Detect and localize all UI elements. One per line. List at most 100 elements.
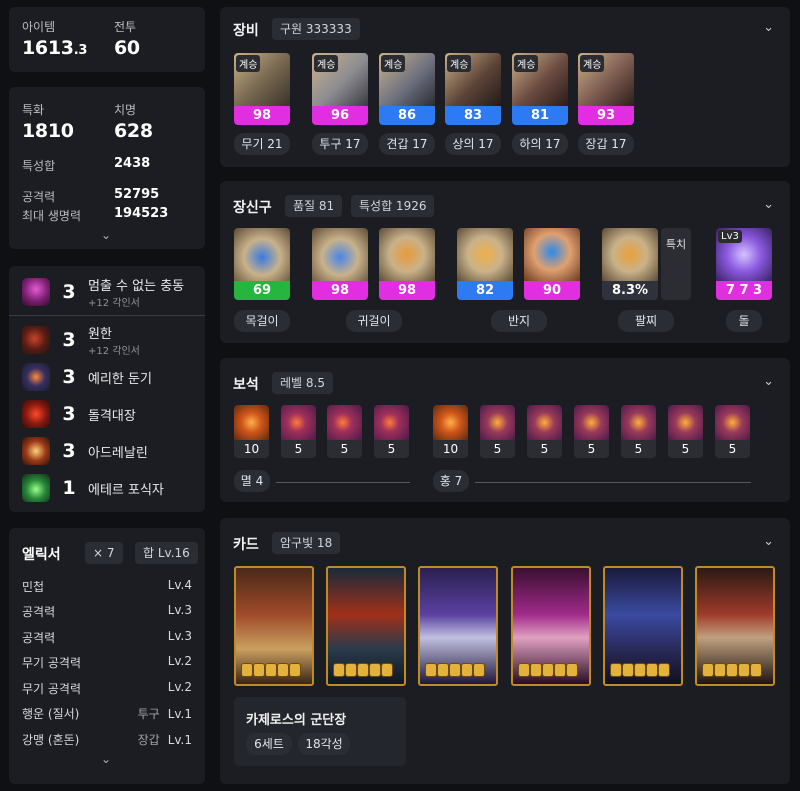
tier-badge: 계승 [236,55,261,72]
quality-value: 96 [312,106,368,125]
attack-value: 52795 [114,187,160,202]
earring-icon [312,228,368,281]
quality-value: 81 [512,106,568,125]
tier-badge: 계승 [314,55,339,72]
collapse-chevron-icon[interactable]: ⌄ [763,374,774,389]
accessories-title: 장신구 [233,200,272,216]
engraving-ether-predator-icon [22,474,50,502]
elixir-row: 강맹 (혼돈) 장갑 Lv.1 [22,733,192,747]
expand-chevron-icon[interactable]: ⌄ [101,228,111,242]
engraving-row[interactable]: 1 에테르 포식자 [9,469,214,507]
card-2[interactable] [326,566,406,686]
engraving-keen-blunt-icon [22,363,50,391]
equipment-chest[interactable]: 계승 83 [445,53,501,125]
equipment-helmet[interactable]: 계승 96 [312,53,368,125]
elixir-row: 행운 (질서) 투구 Lv.1 [22,707,192,721]
ring-1[interactable]: 82 [457,228,513,300]
stone-level-badge: Lv3 [718,230,742,243]
engraving-book: +12 각인서 [88,346,140,357]
slot-label: 상의 17 [445,133,501,155]
quality-value: 82 [457,281,513,300]
max-hp-value: 194523 [114,206,169,221]
gem-annihilation[interactable]: 5 [327,405,362,458]
engraving-row[interactable]: 3 원한 +12 각인서 [9,321,214,359]
elixir-row: 민첩 Lv.4 [22,578,192,594]
annihilation-gem-icon [234,405,269,440]
card-awaken-badge: 암구빛 18 [272,532,341,554]
earring-1[interactable]: 98 [312,228,368,300]
divider [9,315,205,316]
card-awakening-total: 18각성 [298,733,350,755]
stats-panel[interactable]: 특화 1810 치명 628 특성합 2438 공격력 52795 최대 생명력… [9,87,205,249]
card-3[interactable] [418,566,498,686]
quality-value: 8.3% [602,281,658,300]
spec-value: 1810 [22,120,74,142]
crimson-gem-icon [668,405,703,440]
equipment-gloves[interactable]: 계승 93 [578,53,634,125]
ring-2[interactable]: 90 [524,228,580,300]
quality-value: 86 [379,106,435,125]
expand-chevron-icon[interactable]: ⌄ [101,752,111,766]
collapse-chevron-icon[interactable]: ⌄ [763,534,774,549]
gem-crimson[interactable]: 5 [574,405,609,458]
equipment-weapon[interactable]: 계승 98 [234,53,290,125]
equipment-shoulder[interactable]: 계승 86 [379,53,435,125]
collapse-chevron-icon[interactable]: ⌄ [763,20,774,35]
card-4[interactable] [511,566,591,686]
annihilation-gem-icon [281,405,316,440]
engraving-level: 3 [62,329,76,351]
slot-label: 견갑 17 [379,133,435,155]
gem-annihilation[interactable]: 10 [234,405,269,458]
engraving-row[interactable]: 3 예리한 둔기 [9,358,214,396]
gem-crimson[interactable]: 5 [621,405,656,458]
crimson-gem-icon [480,405,515,440]
necklace[interactable]: 69 [234,228,290,300]
gem-crimson[interactable]: 5 [527,405,562,458]
combat-level-label: 전투 [114,20,137,34]
ability-stone[interactable]: Lv3 7 7 3 [716,228,772,300]
engraving-row[interactable]: 3 아드레날린 [9,432,214,470]
slot-label: 귀걸이 [346,310,402,332]
awakening-stars [242,664,300,676]
card-1[interactable] [234,566,314,686]
elixir-panel[interactable]: 엘릭서 × 7 합 Lv.16 민첩 Lv.4 공격력 Lv.3 공격력 Lv.3 무… [9,528,205,784]
gem-crimson[interactable]: 10 [433,405,468,458]
bracelet-icon [602,228,658,281]
elixir-count-badge: × 7 [85,542,123,564]
elixir-row: 무기 공격력 Lv.2 [22,680,192,696]
gem-crimson[interactable]: 5 [715,405,750,458]
equipment-pants[interactable]: 계승 81 [512,53,568,125]
awakening-stars [703,664,761,676]
engraving-name: 돌격대장 [88,408,136,424]
earring-2[interactable]: 98 [379,228,435,300]
gems-panel: 보석 레벨 8.5 ⌄ 10 5 5 5 10 5 5 5 5 5 5 멸 4 … [220,358,790,502]
attack-label: 공격력 [22,190,56,204]
collapse-chevron-icon[interactable]: ⌄ [763,197,774,212]
card-6[interactable] [695,566,775,686]
equipment-set-badge: 구원 333333 [272,18,360,40]
trait-sum-badge: 특성합 1926 [351,195,435,217]
engraving-level: 3 [62,281,76,303]
tier-badge: 계승 [447,55,472,72]
gem-group-line [475,482,751,483]
cards-title: 카드 [233,537,259,553]
engraving-row[interactable]: 3 멈출 수 없는 충동 +12 각인서 [9,273,214,311]
annihilation-gem-icon [374,405,409,440]
earring-icon [379,228,435,281]
engraving-level: 3 [62,403,76,425]
gem-annihilation[interactable]: 5 [374,405,409,458]
max-hp-label: 최대 생명력 [22,209,82,223]
gem-group-line [276,482,410,483]
crimson-gem-icon [621,405,656,440]
gem-crimson[interactable]: 5 [668,405,703,458]
card-set-box[interactable]: 카제로스의 군단장 6세트 18각성 [234,697,406,766]
gem-annihilation[interactable]: 5 [281,405,316,458]
ring-icon [457,228,513,281]
quality-value: 98 [312,281,368,300]
card-5[interactable] [603,566,683,686]
bracelet[interactable]: 8.3% [602,228,658,300]
engraving-row[interactable]: 3 돌격대장 [9,395,214,433]
crit-label: 치명 [114,103,137,117]
elixir-title: 엘릭서 [22,547,61,563]
gem-crimson[interactable]: 5 [480,405,515,458]
